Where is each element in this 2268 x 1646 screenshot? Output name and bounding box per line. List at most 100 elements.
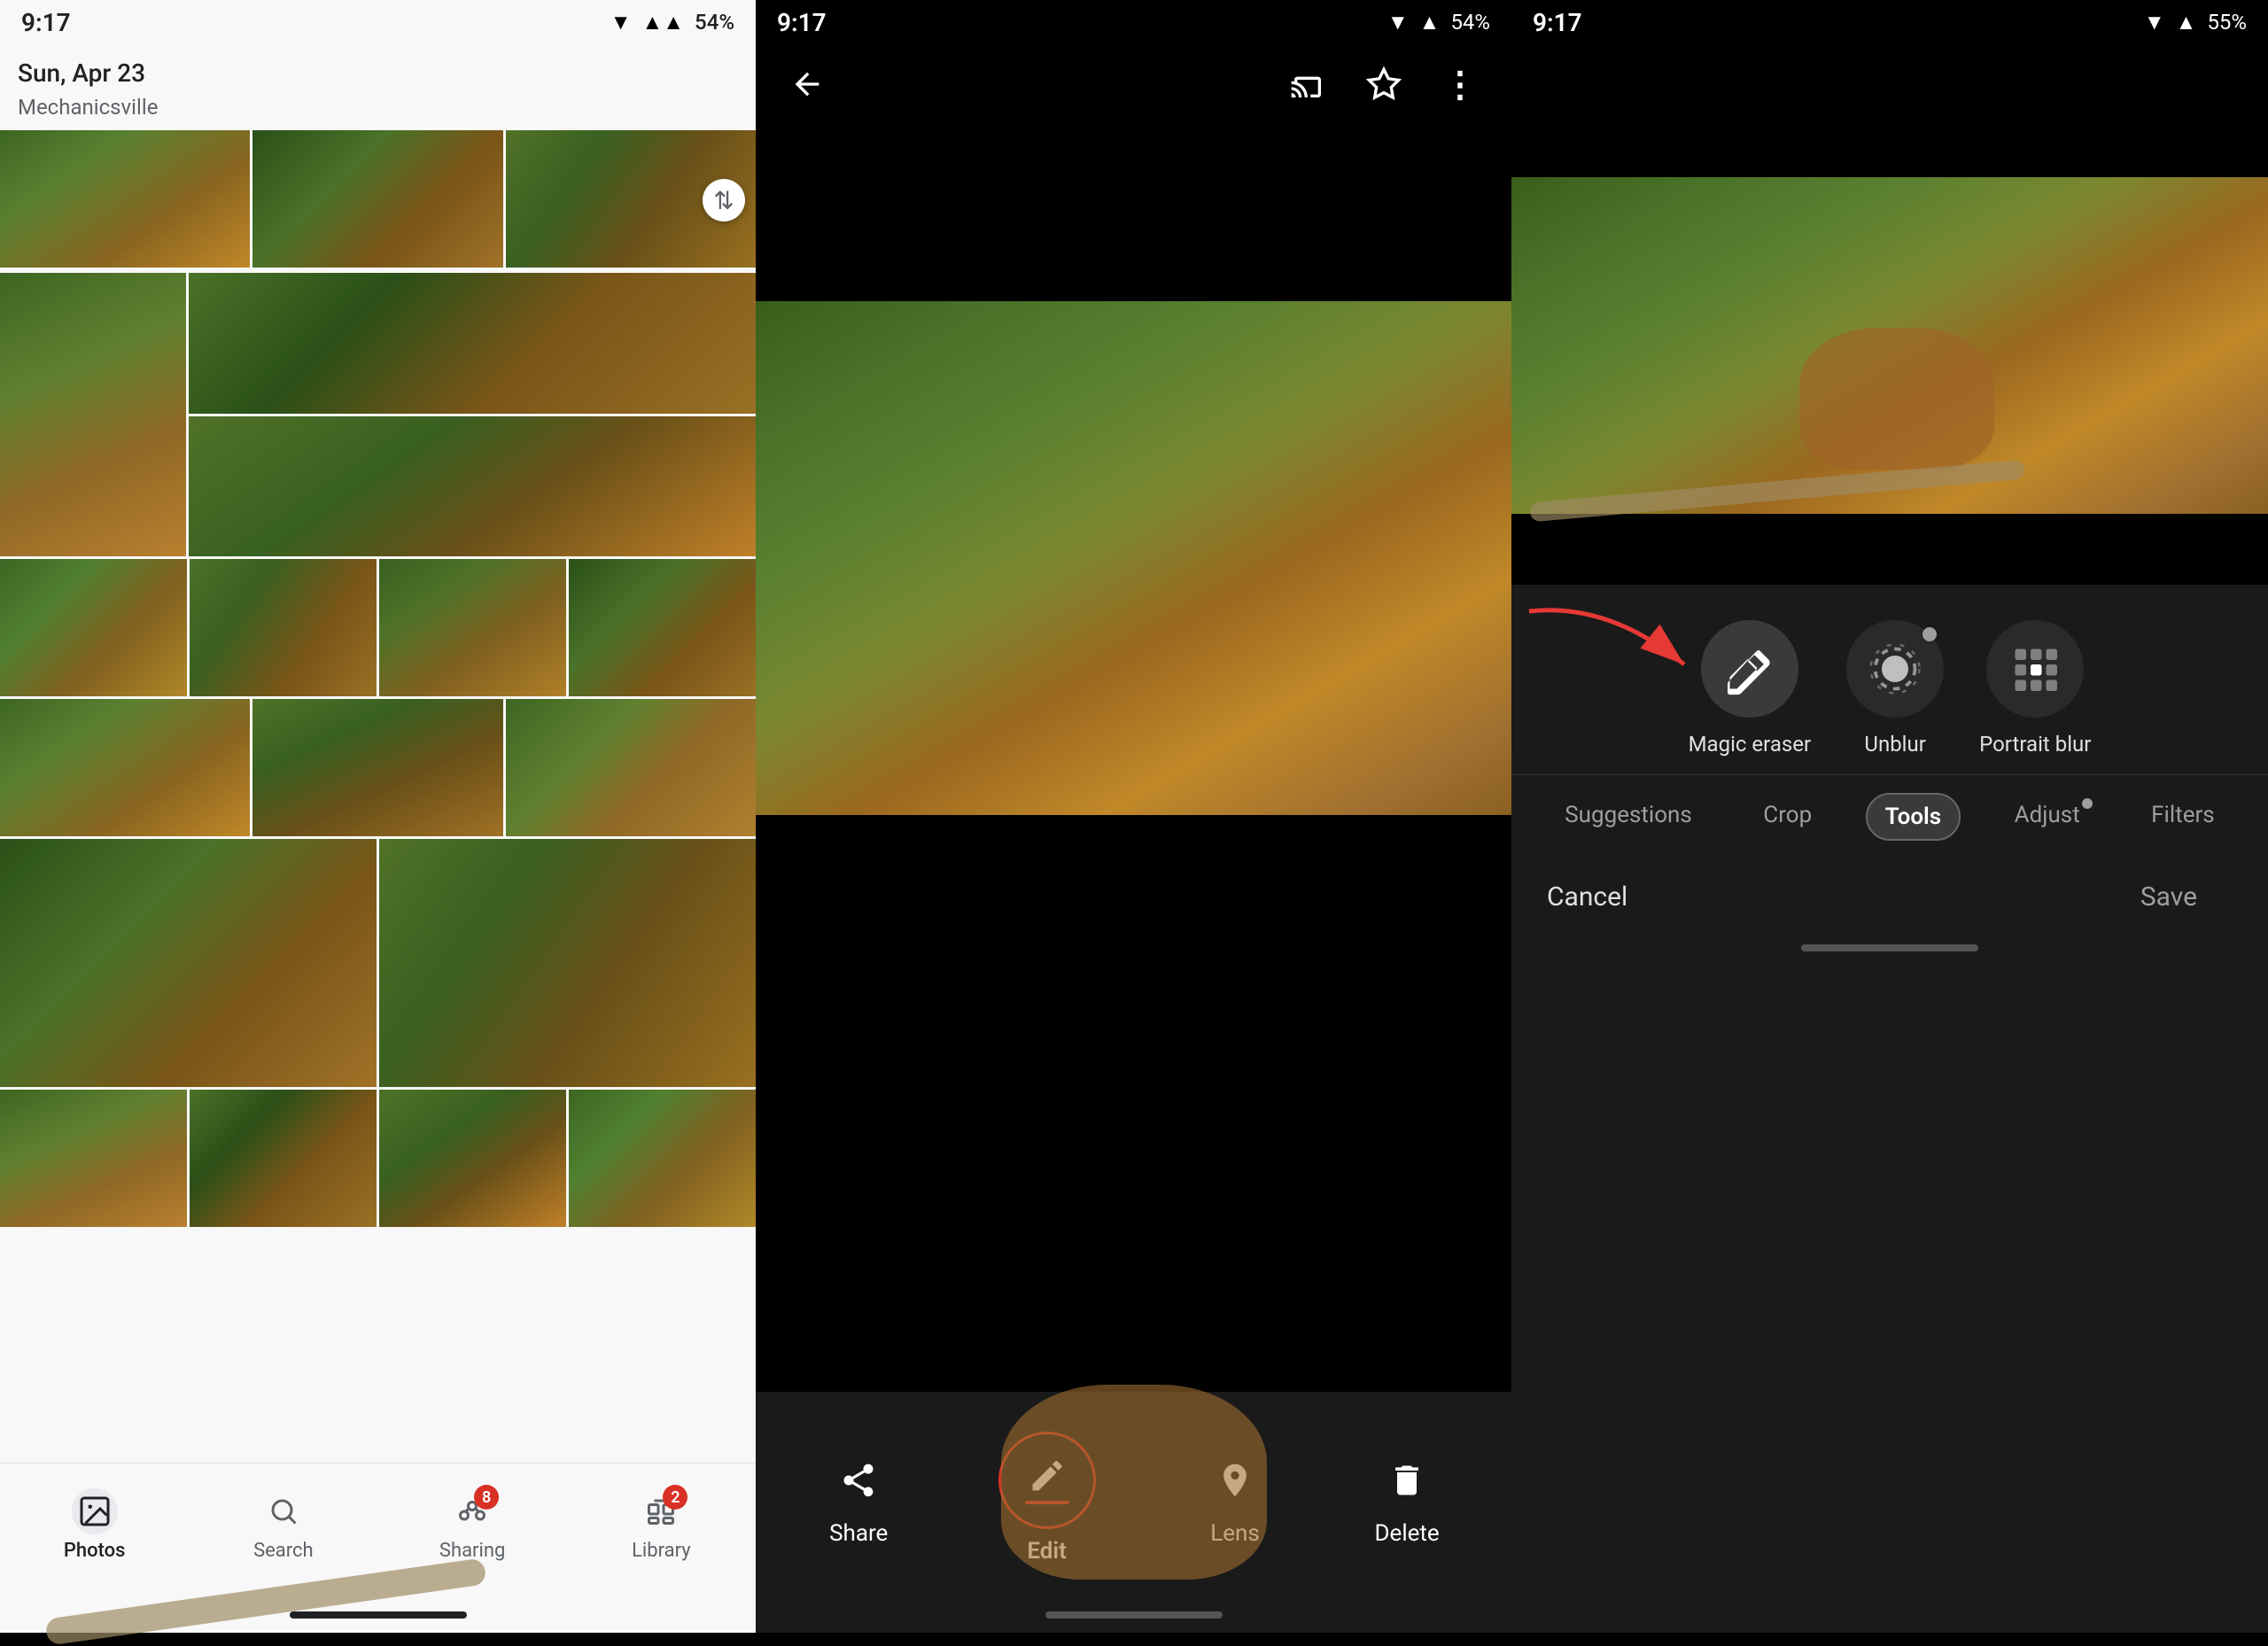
status-bar-3: 9:17 ▼ ▲ 55% — [1511, 0, 2268, 44]
photo-cell-10[interactable] — [569, 559, 756, 696]
photo-cell-15[interactable] — [379, 839, 756, 1087]
home-indicator-2 — [1045, 1611, 1223, 1619]
photo-cell-1[interactable] — [0, 130, 250, 268]
time-3: 9:17 — [1533, 8, 1582, 37]
magic-eraser-icon — [1723, 642, 1776, 695]
photo-cell-18[interactable] — [379, 1090, 566, 1227]
favorite-button[interactable] — [1359, 59, 1409, 109]
photos-panel: 9:17 ▼ ▲▲ 54% Sun, Apr 23 Mechanicsville… — [0, 0, 756, 1633]
photo-cell-2[interactable] — [252, 130, 502, 268]
wifi-icon: ▼ — [610, 10, 632, 35]
tab-suggestions[interactable]: Suggestions — [1547, 793, 1710, 841]
tab-tools[interactable]: Tools — [1866, 793, 1961, 841]
viewer-photo[interactable] — [756, 301, 1511, 815]
signal-icon-3: ▲ — [2176, 10, 2197, 35]
photo-cell-4[interactable] — [0, 273, 186, 556]
magic-eraser-tool[interactable]: Magic eraser — [1689, 620, 1812, 757]
nav-library[interactable]: 2 Library — [567, 1488, 756, 1562]
edit-photo[interactable] — [1511, 177, 2268, 514]
edit-tabs: Suggestions Crop Tools Adjust Filters — [1511, 774, 2268, 850]
portrait-blur-tool[interactable]: Portrait blur — [1979, 620, 2091, 757]
adjust-dot — [2082, 798, 2093, 809]
unblur-label: Unblur — [1864, 732, 1926, 757]
home-indicator-3 — [1801, 944, 1978, 951]
delete-button[interactable]: Delete — [1374, 1449, 1439, 1547]
photo-cell-7[interactable] — [0, 559, 187, 696]
time-1: 9:17 — [21, 8, 71, 37]
scroll-button[interactable]: ⇅ — [703, 179, 745, 221]
more-button[interactable]: ⋮ — [1435, 59, 1485, 109]
home-indicator-area-2 — [756, 1604, 1511, 1633]
cancel-button[interactable]: Cancel — [1547, 881, 1627, 912]
photo-cell-16[interactable] — [0, 1090, 187, 1227]
save-button[interactable]: Save — [2105, 867, 2233, 927]
viewer-panel: 9:17 ▼ ▲ 54% ⋮ — [756, 0, 1511, 1633]
edit-actions: Cancel Save — [1511, 850, 2268, 944]
tools-grid: Magic eraser Unblur — [1511, 585, 2268, 774]
magic-eraser-icon-circle — [1701, 620, 1798, 718]
photo-cell-6[interactable] — [189, 416, 756, 557]
photo-cell-9[interactable] — [379, 559, 566, 696]
portrait-blur-icon — [2008, 642, 2062, 695]
search-label: Search — [253, 1540, 314, 1562]
photo-cell-8[interactable] — [190, 559, 377, 696]
photo-cell-13[interactable] — [506, 699, 756, 836]
date-label: Sun, Apr 23 — [0, 44, 756, 95]
home-indicator-1 — [290, 1611, 467, 1619]
photo-cell-19[interactable] — [569, 1090, 756, 1227]
viewer-black-top — [756, 124, 1511, 301]
photo-cell-11[interactable] — [0, 699, 250, 836]
sharing-badge: 8 — [474, 1485, 499, 1510]
battery-3: 55% — [2207, 10, 2247, 35]
location-label: Mechanicsville — [0, 95, 756, 130]
status-bar-1: 9:17 ▼ ▲▲ 54% — [0, 0, 756, 44]
library-badge: 2 — [663, 1485, 687, 1510]
time-2: 9:17 — [777, 8, 827, 37]
tab-adjust[interactable]: Adjust — [1997, 793, 2098, 841]
wifi-icon-2: ▼ — [1387, 10, 1409, 35]
photo-cell-5[interactable] — [189, 273, 756, 414]
unblur-icon — [1868, 642, 1922, 695]
tab-crop[interactable]: Crop — [1745, 793, 1829, 841]
status-icons-3: ▼ ▲ 55% — [2144, 10, 2247, 35]
search-icon — [260, 1488, 307, 1534]
photo-cell-14[interactable] — [0, 839, 377, 1087]
delete-label: Delete — [1374, 1520, 1439, 1547]
tools-area: Magic eraser Unblur — [1511, 585, 2268, 1633]
photo-cell-17[interactable] — [190, 1090, 377, 1227]
magic-eraser-label: Magic eraser — [1689, 732, 1812, 757]
signal-icon: ▲▲ — [642, 10, 685, 35]
portrait-blur-label: Portrait blur — [1979, 732, 2091, 757]
home-indicator-area-3 — [1511, 944, 2268, 987]
photos-grid-area: Sun, Apr 23 Mechanicsville ⇅ — [0, 44, 756, 1463]
battery-2: 54% — [1450, 10, 1490, 35]
sharing-icon: 8 — [449, 1488, 495, 1534]
viewer-black-bottom — [756, 815, 1511, 1392]
status-icons-2: ▼ ▲ 54% — [1387, 10, 1490, 35]
edit-black-top — [1511, 44, 2268, 177]
nav-photos[interactable]: Photos — [0, 1488, 189, 1562]
wifi-icon-3: ▼ — [2144, 10, 2165, 35]
signal-icon-2: ▲ — [1419, 10, 1441, 35]
back-button[interactable] — [782, 59, 832, 109]
unblur-icon-circle — [1846, 620, 1944, 718]
portrait-blur-icon-circle — [1986, 620, 2084, 718]
battery-1: 54% — [695, 10, 734, 35]
photo-cell-12[interactable] — [252, 699, 502, 836]
red-arrow — [1520, 594, 1697, 691]
share-button[interactable]: Share — [827, 1449, 889, 1547]
cast-button[interactable] — [1283, 59, 1332, 109]
tab-filters[interactable]: Filters — [2133, 793, 2233, 841]
library-label: Library — [632, 1540, 691, 1562]
edit-black-mid — [1511, 514, 2268, 585]
edit-panel: 9:17 ▼ ▲ 55% — [1511, 0, 2268, 1633]
share-icon — [827, 1449, 889, 1511]
viewer-toolbar-icons: ⋮ — [1283, 59, 1485, 109]
library-icon: 2 — [638, 1488, 684, 1534]
photos-icon — [72, 1488, 118, 1534]
photos-label: Photos — [64, 1540, 126, 1562]
unblur-tool[interactable]: Unblur — [1846, 620, 1944, 757]
nav-search[interactable]: Search — [189, 1488, 377, 1562]
status-bar-2: 9:17 ▼ ▲ 54% — [756, 0, 1511, 44]
nav-sharing[interactable]: 8 Sharing — [378, 1488, 567, 1562]
